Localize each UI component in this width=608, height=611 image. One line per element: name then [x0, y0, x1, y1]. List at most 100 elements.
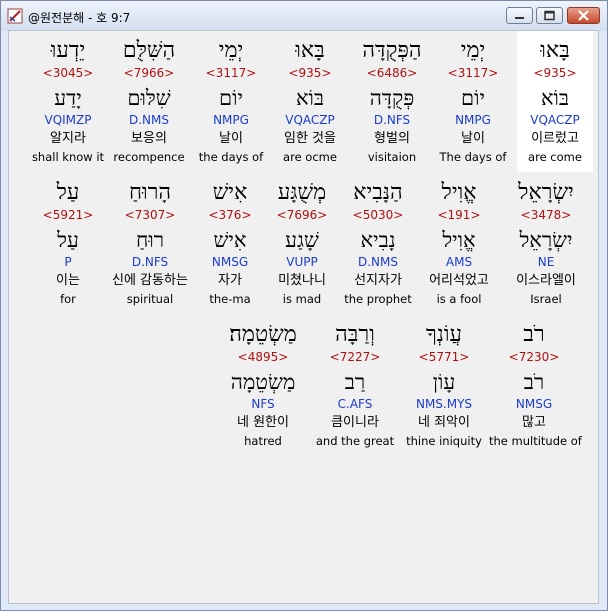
english-gloss: for	[60, 292, 76, 306]
english-gloss: are come	[528, 150, 582, 164]
strong-number: <5921>	[42, 208, 94, 222]
korean-gloss: 임한 것을	[284, 131, 336, 146]
english-gloss: thine iniquity	[406, 434, 482, 448]
korean-gloss: 이르렀고	[531, 131, 579, 146]
word-cell[interactable]: מַשְׂטֵמָה׃ <4895> מַשְׂטֵמָה NFS 네 원한이 hatre…	[218, 315, 308, 456]
korean-gloss: 보응의	[131, 131, 167, 146]
hebrew-word: עֲוֹנְךָ	[425, 322, 463, 347]
lemma: בּוֹא	[540, 86, 570, 110]
parsing-code: D.NMS	[128, 113, 169, 127]
korean-gloss: 큼이니라	[331, 415, 379, 430]
lemma: אִישׁ	[213, 228, 247, 252]
word-cell[interactable]: יֵדְעוּ <3045> יָדַע VQIMZP 알지라 shall know it	[23, 31, 113, 172]
maximize-button[interactable]	[536, 7, 563, 24]
english-gloss: Israel	[530, 292, 562, 306]
lemma: יִשְׂרָאֵל	[519, 228, 573, 252]
korean-gloss: 알지라	[50, 131, 86, 146]
close-button[interactable]	[567, 7, 600, 24]
strong-number: <376>	[208, 208, 252, 222]
korean-gloss: 이는	[56, 273, 80, 288]
english-gloss: spiritual	[126, 292, 174, 306]
strong-number: <3478>	[520, 208, 572, 222]
word-cell[interactable]: אִישׁ <376> אִישׁ NMSG 자가 the-ma	[185, 173, 275, 314]
window-title: @원전분해 - 호 9:7	[28, 11, 131, 25]
strong-number: <191>	[437, 208, 481, 222]
strong-number: <5771>	[418, 350, 470, 364]
korean-gloss: 신에 감동하는	[112, 273, 188, 288]
hebrew-word: מַשְׂטֵמָה׃	[229, 322, 297, 347]
word-cell[interactable]: הַפְּקֻדָּה <6486> פְּקֻדָּה D.NFS 형벌의 visita…	[347, 31, 437, 172]
lemma: שִׁלּוּם	[127, 86, 171, 110]
minimize-icon	[515, 17, 524, 19]
parsing-code: NMSG	[515, 397, 553, 411]
word-cell[interactable]: עֲוֹנְךָ <5771> עָוֹן NMS.MYS 네 죄악이 thine ini…	[399, 315, 489, 456]
word-cell[interactable]: בָּאוּ <935> בּוֹא VQACZP 임한 것을 are ocme	[265, 31, 355, 172]
word-cell[interactable]: אֱוִיל <191> אֱוִיל AMS 어리석었고 is a fool	[414, 173, 504, 314]
hebrew-word: עַל	[56, 180, 80, 205]
lemma: רוּחַ	[135, 228, 165, 252]
lemma: פְּקֻדָּה	[369, 86, 415, 110]
word-cell[interactable]: בָּאוּ <935> בּוֹא VQACZP 이르렀고 are come	[517, 31, 593, 172]
minimize-button[interactable]	[506, 7, 533, 24]
strong-number: <3117>	[205, 66, 257, 80]
pen-diagonal-icon	[7, 8, 23, 24]
word-cell[interactable]: הָרוּחַ <7307> רוּחַ D.NFS 신에 감동하는 spiritual	[105, 173, 195, 314]
hebrew-word: יִשְׂרָאֵל	[518, 180, 574, 205]
lemma: מַשְׂטֵמָה	[230, 370, 296, 394]
parsing-code: NMPG	[213, 113, 249, 127]
word-cell[interactable]: יִשְׂרָאֵל <3478> יִשְׂרָאֵל NE 이스라엘이 Israel	[501, 173, 591, 314]
korean-gloss: 많고	[522, 415, 546, 430]
word-cell[interactable]: רֹב <7230> רֹב NMSG 많고 the multitude of	[489, 315, 582, 456]
interlinear-panel: בָּאוּ <935> בּוֹא VQACZP 이르렀고 are come יְמֵי <…	[8, 30, 599, 604]
parsing-code: D.NFS	[373, 113, 411, 127]
parsing-code: AMS	[445, 255, 473, 269]
korean-gloss: 어리석었고	[429, 273, 489, 288]
app-window: @원전분해 - 호 9:7 בָּאוּ <935> בּוֹא VQACZP 이르렀고…	[0, 0, 608, 611]
parsing-code: NMPG	[455, 113, 491, 127]
lemma: עַל	[57, 228, 79, 252]
strong-number: <7307>	[124, 208, 176, 222]
hebrew-word: בָּאוּ	[540, 38, 570, 63]
english-gloss: the days of	[198, 150, 264, 164]
hebrew-word: יְמֵי	[218, 38, 244, 63]
word-cell[interactable]: יְמֵי <3117> יוֹם NMPG 날이 the days of	[186, 31, 276, 172]
parsing-code: NMS.MYS	[415, 397, 473, 411]
english-gloss: hatred	[244, 434, 282, 448]
hebrew-word: בָּאוּ	[295, 38, 325, 63]
parsing-code: VQACZP	[285, 113, 335, 127]
parsing-code: NFS	[251, 397, 275, 411]
hebrew-word: וְרַבָּה	[335, 322, 375, 347]
close-icon	[578, 10, 589, 21]
hebrew-word: הָרוּחַ	[128, 180, 172, 205]
korean-gloss: 네 죄악이	[418, 415, 470, 430]
korean-gloss: 이스라엘이	[516, 273, 576, 288]
english-gloss: shall know it	[31, 150, 105, 164]
lemma: רַב	[344, 370, 366, 394]
strong-number: <935>	[533, 66, 577, 80]
word-cell[interactable]: וְרַבָּה <7227> רַב C.AFS 큼이니라 and the great	[310, 315, 400, 456]
english-gloss: recompence	[113, 150, 185, 164]
english-gloss: and the great	[315, 434, 395, 448]
hebrew-word: הַשִּׁלֻּם	[122, 38, 176, 63]
english-gloss: the multitude of	[489, 434, 582, 448]
strong-number: <3045>	[42, 66, 94, 80]
hebrew-word: הַפְּקֻדָּה	[362, 38, 422, 63]
korean-gloss: 날이	[219, 131, 243, 146]
hebrew-word: יְמֵי	[460, 38, 486, 63]
strong-number: <3117>	[447, 66, 499, 80]
english-gloss: The days of	[439, 150, 507, 164]
word-cell[interactable]: יְמֵי <3117> יוֹם NMPG 날이 The days of	[428, 31, 518, 172]
parsing-code: P	[64, 255, 72, 269]
hebrew-word: יֵדְעוּ	[50, 38, 86, 63]
word-cell[interactable]: עַל <5921> עַל P 이는 for	[23, 173, 113, 314]
lemma: בּוֹא	[295, 86, 325, 110]
hebrew-word: רֹב	[523, 322, 545, 347]
parsing-code: NMSG	[211, 255, 249, 269]
strong-number: <6486>	[366, 66, 418, 80]
maximize-icon	[544, 10, 555, 21]
lemma: רֹב	[523, 370, 545, 394]
word-cell[interactable]: הַשִּׁלֻּם <7966> שִׁלּוּם D.NMS 보응의 recompen…	[104, 31, 194, 172]
hebrew-word: אֱוִיל	[441, 180, 477, 205]
title-bar[interactable]: @원전분해 - 호 9:7	[1, 1, 607, 31]
english-gloss: the-ma	[209, 292, 251, 306]
